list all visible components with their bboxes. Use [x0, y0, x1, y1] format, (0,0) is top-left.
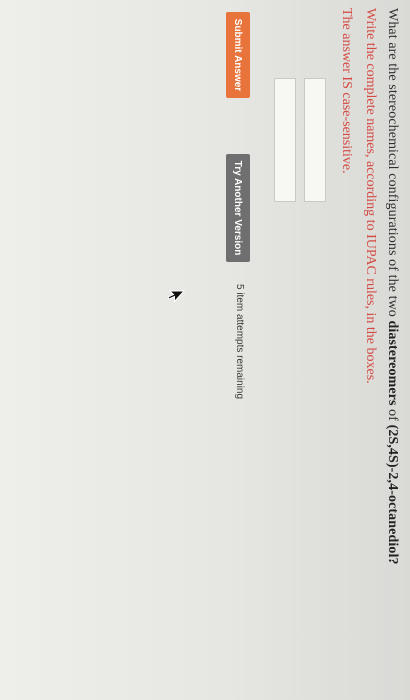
instruction-line-1: Write the complete names, according to I… — [363, 8, 378, 384]
mouse-pointer-icon — [167, 290, 185, 303]
question-panel: What are the stereochemical configuratio… — [0, 8, 410, 688]
answer-input-2[interactable] — [274, 78, 296, 202]
try-another-version-button[interactable]: Try Another Version — [226, 154, 250, 262]
question-text: What are the stereochemical configuratio… — [384, 8, 400, 565]
question-prefix: What are the stereochemical configuratio… — [385, 8, 400, 321]
instruction-line-2: The answer IS case-sensitive. — [339, 8, 354, 174]
question-middle: of — [385, 405, 400, 425]
submit-answer-button[interactable]: Submit Answer — [226, 12, 250, 98]
question-bold-term: diastereomers — [385, 320, 400, 406]
question-compound: (2S,4S)-2,4-octanediol? — [385, 424, 400, 565]
attempts-remaining-text: 5 item attempts remaining — [234, 284, 245, 400]
answer-input-1[interactable] — [304, 78, 326, 202]
